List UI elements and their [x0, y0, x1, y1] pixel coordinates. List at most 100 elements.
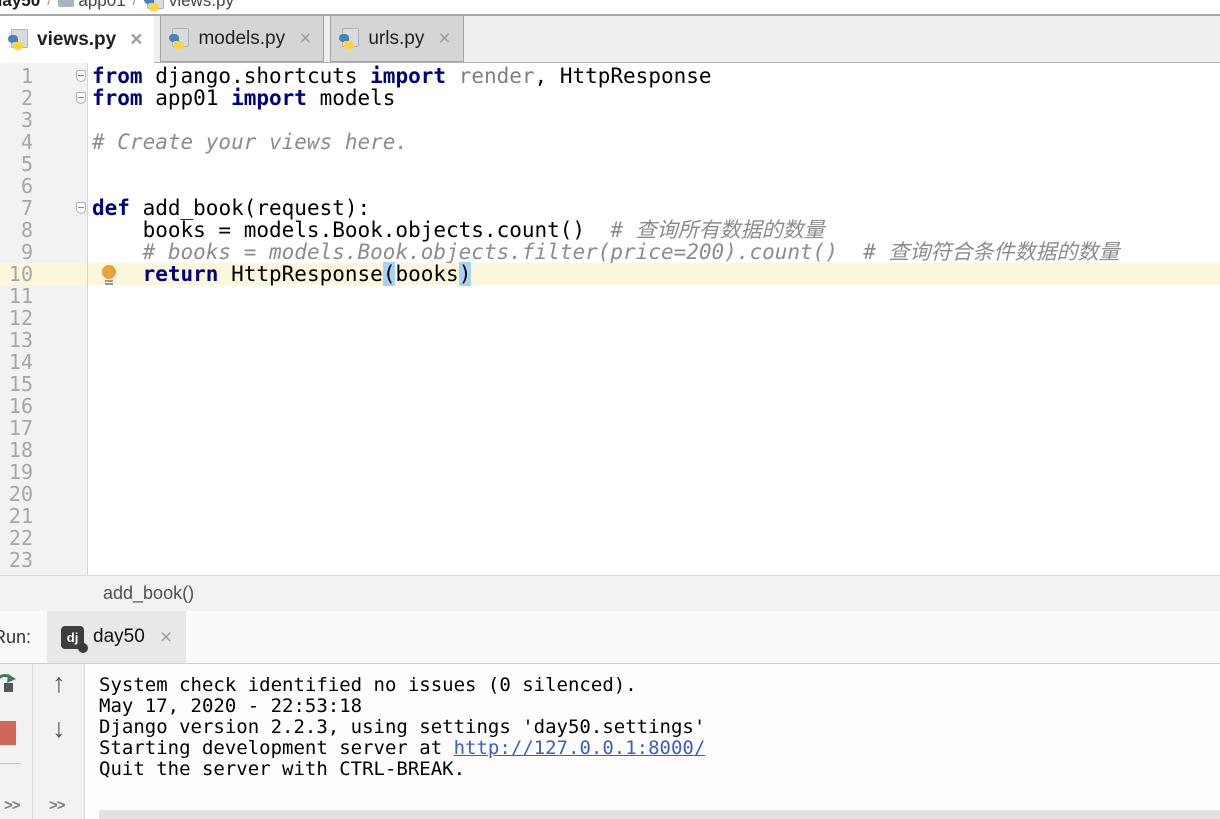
- line-number: 6: [0, 175, 33, 197]
- code-line[interactable]: [88, 329, 1220, 351]
- code-area[interactable]: from django.shortcuts import render, Htt…: [88, 63, 1220, 575]
- code-line[interactable]: [88, 461, 1220, 483]
- line-number: 20: [0, 483, 33, 505]
- python-file-icon: [169, 28, 190, 49]
- breadcrumb-items: day50 / app01 / views.py: [0, 0, 234, 11]
- line-number: 13: [0, 329, 33, 351]
- gutter-row: 6: [0, 175, 87, 197]
- code-line[interactable]: books = models.Book.objects.count() # 查询…: [88, 219, 1220, 241]
- line-number: 8: [0, 219, 33, 241]
- line-number: 14: [0, 351, 33, 373]
- code-line[interactable]: [88, 373, 1220, 395]
- server-url-link[interactable]: http://127.0.0.1:8000/: [454, 737, 706, 759]
- gutter-row: 20: [0, 483, 87, 505]
- line-number: 12: [0, 307, 33, 329]
- line-number: 9: [0, 241, 33, 263]
- code-line[interactable]: # books = models.Book.objects.filter(pri…: [88, 241, 1220, 263]
- editor-tab-bar: views.pymodels.pyurls.py: [0, 14, 1220, 63]
- context-breadcrumb-bar: add_book(): [0, 575, 1220, 611]
- code-line[interactable]: [88, 109, 1220, 131]
- horizontal-scrollbar[interactable]: [99, 810, 1220, 819]
- django-icon: dj: [61, 626, 84, 649]
- gutter-row: 21: [0, 505, 87, 527]
- tab-views.py[interactable]: views.py: [0, 16, 154, 63]
- fold-marker-icon[interactable]: [76, 70, 86, 82]
- rerun-icon[interactable]: [0, 670, 19, 698]
- code-line[interactable]: [88, 175, 1220, 197]
- folder-icon: [58, 0, 74, 7]
- line-number: 22: [0, 527, 33, 549]
- gutter-row: 23: [0, 549, 87, 571]
- console-lines: System check identified no issues (0 sil…: [99, 675, 1220, 780]
- gutter-row: 2: [0, 87, 87, 109]
- console-nav-toolbar: [33, 664, 85, 819]
- breadcrumb-item-views.py[interactable]: views.py: [144, 0, 234, 11]
- code-line[interactable]: [88, 439, 1220, 461]
- run-toolwindow-header: Run: dj day50: [0, 611, 1220, 664]
- line-number: 18: [0, 439, 33, 461]
- intention-lightbulb-icon[interactable]: [101, 265, 117, 283]
- tab-urls.py[interactable]: urls.py: [330, 16, 463, 62]
- stop-icon[interactable]: [0, 721, 16, 745]
- line-number: 15: [0, 373, 33, 395]
- code-line[interactable]: [88, 395, 1220, 417]
- gutter-row: 1: [0, 65, 87, 87]
- line-number: 23: [0, 549, 33, 571]
- overflow-chevron-icon[interactable]: [4, 797, 20, 814]
- code-line[interactable]: [88, 549, 1220, 571]
- code-line[interactable]: from app01 import models: [88, 87, 1220, 109]
- code-line[interactable]: [88, 527, 1220, 549]
- overflow-chevron-icon[interactable]: [49, 797, 65, 814]
- up-arrow-icon[interactable]: [33, 668, 85, 699]
- close-icon[interactable]: [130, 29, 142, 50]
- code-line[interactable]: from django.shortcuts import render, Htt…: [88, 65, 1220, 87]
- console-line: Django version 2.2.3, using settings 'da…: [99, 717, 1220, 738]
- breadcrumb-separator: /: [47, 0, 51, 9]
- fold-marker-icon[interactable]: [76, 202, 86, 214]
- close-icon[interactable]: [438, 28, 450, 49]
- tab-models.py[interactable]: models.py: [160, 16, 324, 62]
- code-line[interactable]: [88, 417, 1220, 439]
- gutter-row: 7: [0, 197, 87, 219]
- run-tab-day50[interactable]: dj day50: [47, 611, 186, 663]
- python-file-icon: [144, 0, 165, 11]
- gutter-row: 17: [0, 417, 87, 439]
- code-line[interactable]: [88, 483, 1220, 505]
- close-icon[interactable]: [160, 627, 172, 648]
- gutter-row: 19: [0, 461, 87, 483]
- breadcrumb-separator: /: [133, 0, 137, 9]
- down-arrow-icon[interactable]: [33, 713, 85, 744]
- fold-marker-icon[interactable]: [76, 92, 86, 104]
- code-line[interactable]: # Create your views here.: [88, 131, 1220, 153]
- breadcrumb-item-day50[interactable]: day50: [0, 0, 40, 11]
- line-number: 1: [0, 65, 33, 87]
- run-label: Run:: [0, 627, 31, 648]
- breadcrumb-item-app01[interactable]: app01: [58, 0, 125, 11]
- code-line[interactable]: [88, 307, 1220, 329]
- run-tab-label: day50: [93, 626, 145, 648]
- line-number: 4: [0, 131, 33, 153]
- code-line[interactable]: [88, 505, 1220, 527]
- code-line[interactable]: [88, 285, 1220, 307]
- close-icon[interactable]: [299, 28, 311, 49]
- process-dot-icon: [78, 643, 88, 653]
- gutter-row: 14: [0, 351, 87, 373]
- context-function[interactable]: add_book(): [103, 583, 194, 604]
- code-editor[interactable]: 1234567891011121314151617181920212223 fr…: [0, 63, 1220, 575]
- gutter-row: 10: [0, 263, 87, 285]
- code-line[interactable]: def add_book(request):: [88, 197, 1220, 219]
- line-number: 21: [0, 505, 33, 527]
- code-line[interactable]: [88, 351, 1220, 373]
- gutter-row: 8: [0, 219, 87, 241]
- line-number: 16: [0, 395, 33, 417]
- gutter-row: 22: [0, 527, 87, 549]
- code-line[interactable]: return HttpResponse(books): [88, 263, 1220, 285]
- python-file-icon: [8, 29, 29, 50]
- line-number: 11: [0, 285, 33, 307]
- line-number: 7: [0, 197, 33, 219]
- console-output[interactable]: System check identified no issues (0 sil…: [85, 664, 1220, 819]
- gutter-row: 13: [0, 329, 87, 351]
- code-line[interactable]: [88, 153, 1220, 175]
- gutter-row: 18: [0, 439, 87, 461]
- gutter-row: 3: [0, 109, 87, 131]
